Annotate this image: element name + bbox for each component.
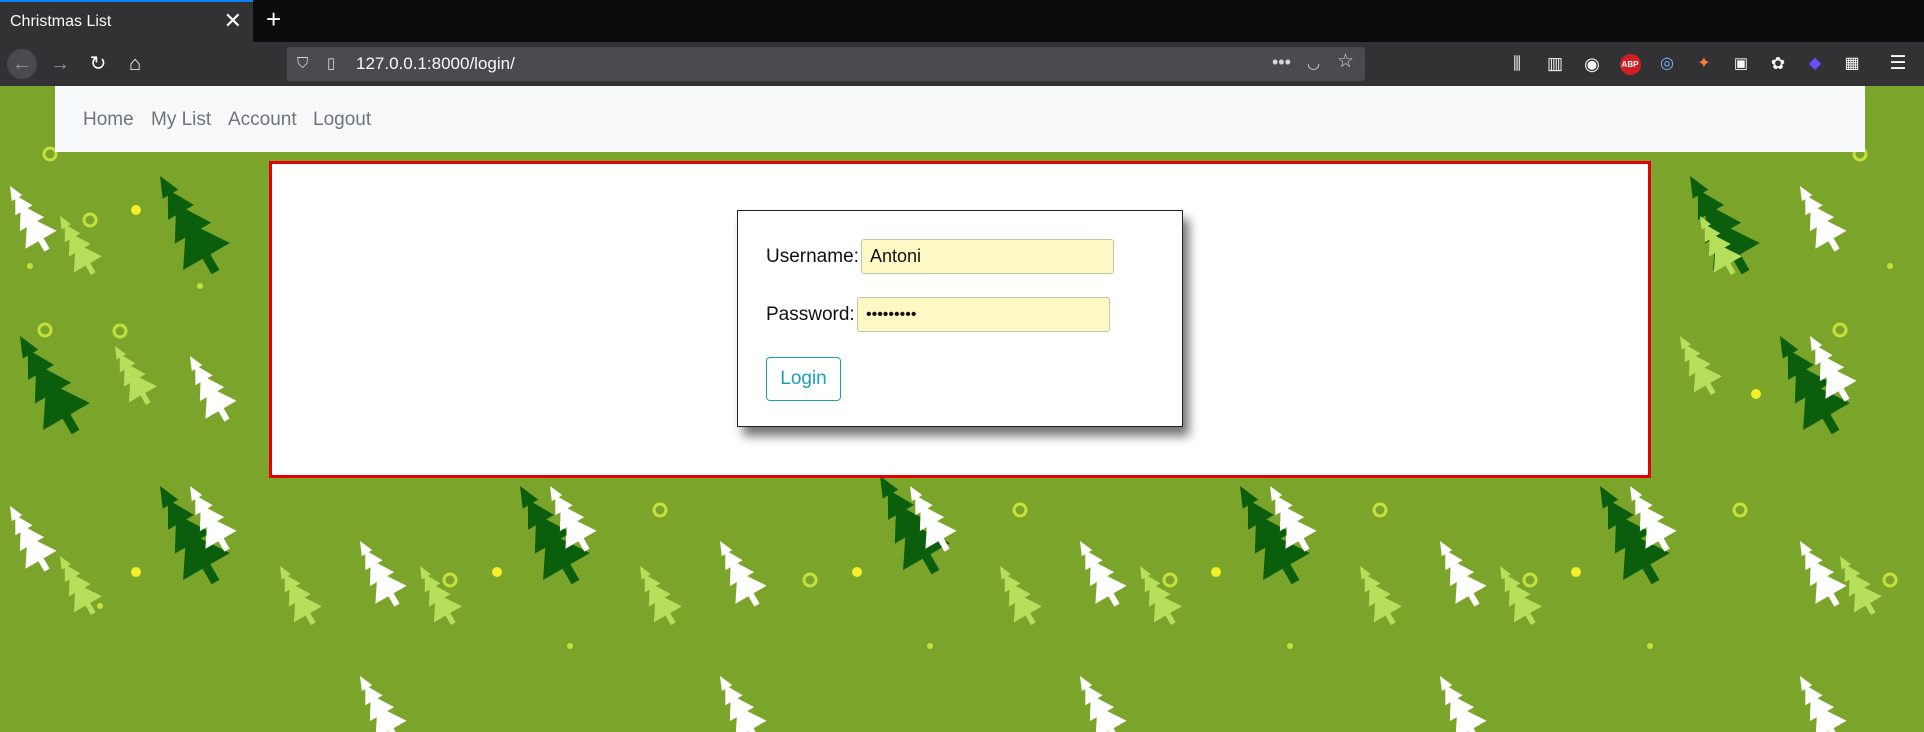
navigation-toolbar: ← → ↻ ⌂ ⛉ ▯ 127.0.0.1:8000/login/ ••• ◡ … [0, 42, 1924, 86]
url-text[interactable]: 127.0.0.1:8000/login/ [356, 54, 515, 74]
extension-icon[interactable]: ✦ [1689, 49, 1719, 79]
site-navbar: Home My List Account Logout [55, 86, 1865, 152]
password-label: Password: [766, 304, 855, 325]
page-icon[interactable]: ▯ [327, 54, 335, 74]
close-tab-icon[interactable]: ✕ [224, 10, 242, 32]
back-icon[interactable]: ← [7, 49, 37, 79]
forward-icon[interactable]: → [45, 49, 75, 79]
menu-icon[interactable]: ☰ [1883, 49, 1913, 79]
sidebar-icon[interactable]: ▥ [1540, 49, 1570, 79]
extension-icon[interactable]: ▣ [1726, 49, 1756, 79]
extension-icon[interactable]: ▦ [1837, 49, 1867, 79]
more-icon[interactable]: ••• [1272, 52, 1291, 72]
shield-icon[interactable]: ⛉ [297, 54, 308, 74]
nav-link-my-list[interactable]: My List [151, 109, 211, 131]
page-viewport: Home My List Account Logout Username: An… [0, 86, 1924, 732]
nav-link-logout[interactable]: Logout [313, 109, 371, 131]
new-tab-button[interactable]: + [266, 6, 281, 32]
reload-icon[interactable]: ↻ [83, 49, 113, 79]
username-label: Username: [766, 246, 859, 267]
home-icon[interactable]: ⌂ [120, 49, 150, 79]
address-bar[interactable]: ⛉ ▯ 127.0.0.1:8000/login/ ••• ◡ ☆ [287, 47, 1365, 81]
username-input[interactable]: Antoni [861, 239, 1114, 274]
browser-tab[interactable]: Christmas List ✕ [0, 0, 253, 42]
extension-icon[interactable]: ◎ [1652, 49, 1682, 79]
star-icon[interactable]: ☆ [1337, 52, 1354, 72]
account-icon[interactable]: ◉ [1577, 49, 1607, 79]
tab-strip: Christmas List ✕ + [0, 0, 1924, 42]
pocket-icon[interactable]: ◡ [1307, 54, 1320, 74]
extension-icon[interactable]: ✿ [1763, 49, 1793, 79]
tab-title: Christmas List [10, 13, 112, 30]
library-icon[interactable]: ⫼ [1502, 49, 1532, 79]
nav-link-account[interactable]: Account [228, 109, 297, 131]
abp-icon[interactable]: ABP [1615, 49, 1645, 79]
login-button[interactable]: Login [766, 357, 841, 401]
extension-icon[interactable]: ◆ [1800, 49, 1830, 79]
login-form: Username: Antoni Password: ••••••••• Log… [737, 210, 1183, 427]
nav-link-home[interactable]: Home [83, 109, 134, 131]
password-input[interactable]: ••••••••• [857, 297, 1110, 332]
